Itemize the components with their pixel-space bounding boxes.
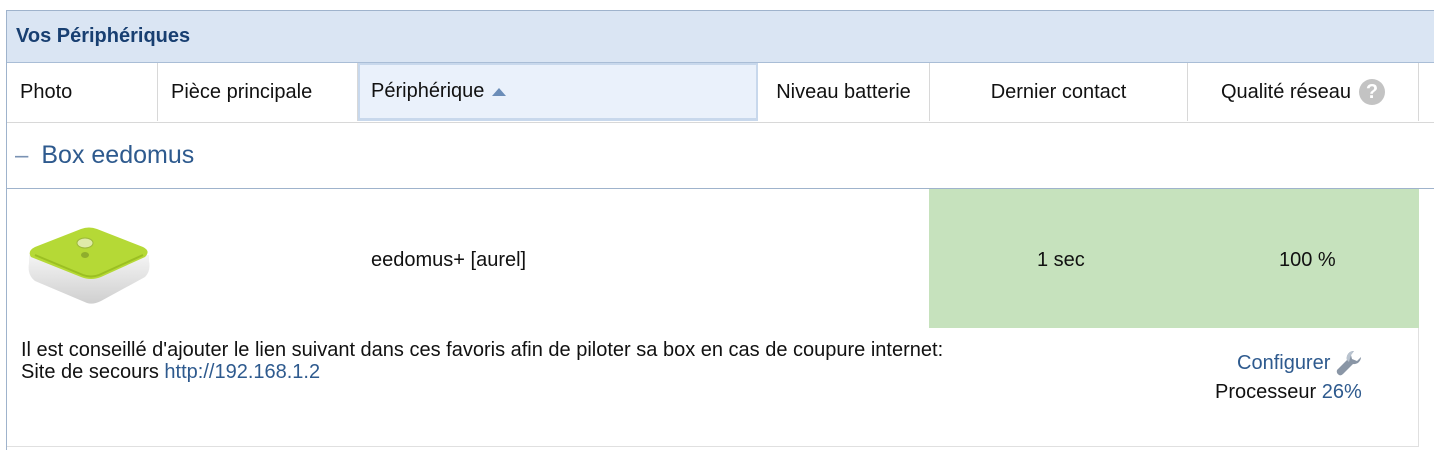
column-header-photo-label: Photo [20,80,73,103]
wrench-icon [1337,350,1362,376]
device-photo [28,227,150,304]
column-header-network-quality[interactable]: Qualité réseau ? [1188,63,1419,121]
collapse-toggle[interactable]: – [15,142,28,170]
column-header-battery[interactable]: Niveau batterie [758,63,930,121]
column-header-network-quality-label: Qualité réseau [1220,80,1352,103]
column-header-device-label: Périphérique [371,80,485,102]
configure-link[interactable]: Configurer [1237,348,1364,378]
group-row-box-eedomus[interactable]: – Box eedomus [7,123,1434,189]
device-row[interactable]: eedomus+ [aurel] 1 sec 100 % Il est cons… [7,189,1419,447]
column-header-room-label: Pièce principale [171,80,313,103]
backup-site-link[interactable]: http://192.168.1.2 [164,361,320,383]
last-contact-value: 1 sec [1037,249,1085,271]
group-label: Box eedomus [41,141,195,169]
network-quality-value: 100 % [1279,249,1336,271]
backup-note: Il est conseillé d'ajouter le lien suiva… [21,339,981,383]
devices-panel: Vos Périphériques Photo Pièce principale… [6,10,1434,450]
backup-note-text: Il est conseillé d'ajouter le lien suiva… [21,339,944,361]
configure-label: Configurer [1237,351,1331,374]
column-header-last-contact[interactable]: Dernier contact [930,63,1188,121]
device-name[interactable]: eedomus+ [aurel] [371,249,526,272]
column-header-room[interactable]: Pièce principale [158,63,358,121]
column-header-last-contact-label: Dernier contact [990,80,1127,103]
help-icon[interactable]: ? [1359,79,1386,105]
processor-label: Processeur [1215,381,1322,403]
processor-value: 26% [1321,381,1362,403]
panel-header: Vos Périphériques [7,11,1434,63]
column-header-photo[interactable]: Photo [7,63,158,121]
backup-site-line: Site de secours http://192.168.1.2 [21,361,981,383]
sort-ascending-icon [492,87,507,96]
column-header-battery-label: Niveau batterie [776,80,911,103]
backup-site-label: Site de secours [21,361,165,383]
processor-usage: Processeur 26% [1215,381,1362,404]
panel-title: Vos Périphériques [16,25,191,47]
column-header-row: Photo Pièce principale Périphérique Nive… [7,63,1434,123]
status-ok-background [929,189,1419,328]
column-header-device[interactable]: Périphérique [358,63,758,121]
